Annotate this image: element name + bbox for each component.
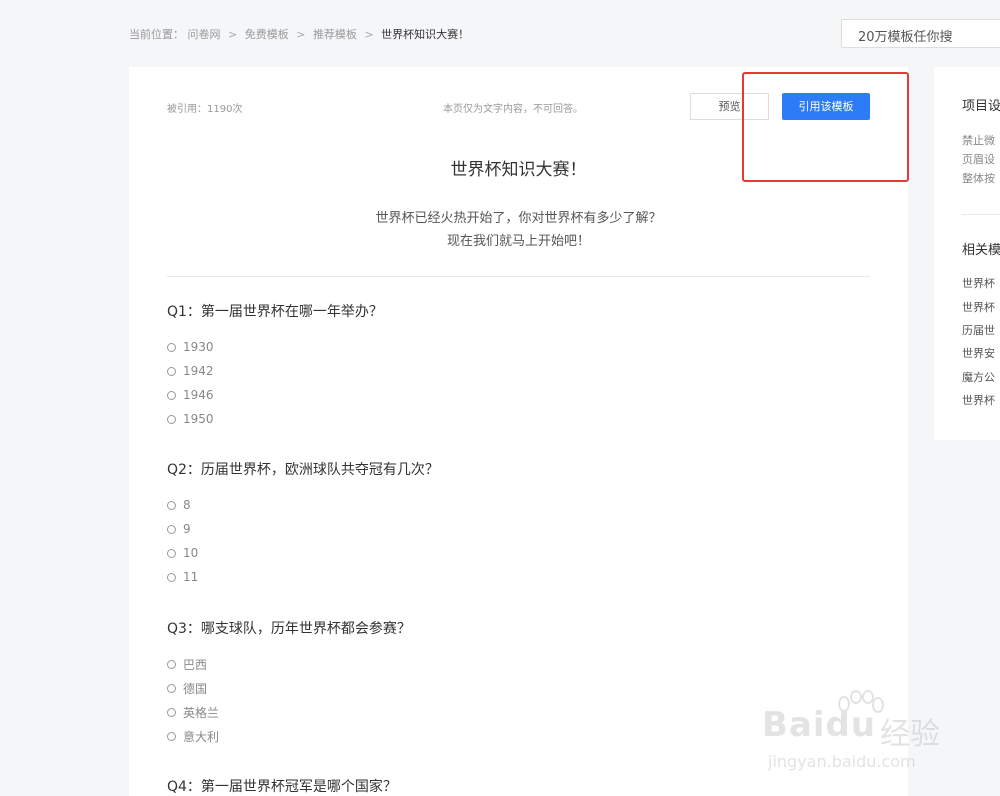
- settings-item: 禁止微: [962, 134, 995, 147]
- option-label: 10: [183, 546, 199, 560]
- related-template-link[interactable]: 世界杯: [962, 275, 995, 291]
- top-bar: 当前位置： 问卷网 > 免费模板 > 推荐模板 > 世界杯知识大赛！ 20万模板…: [0, 0, 1000, 66]
- option-label: 巴西: [183, 657, 208, 672]
- survey-description-line: 现在我们就马上开始吧！: [446, 234, 590, 249]
- breadcrumb-link-free-templates[interactable]: 免费模板: [245, 28, 289, 41]
- question-title: Q4：第一届世界杯冠军是哪个国家？: [167, 779, 397, 795]
- template-search-input[interactable]: 20万模板任你搜: [841, 19, 1000, 48]
- radio-circle-icon[interactable]: [167, 524, 176, 534]
- radio-circle-icon[interactable]: [167, 414, 176, 424]
- radio-circle-icon[interactable]: [167, 707, 176, 717]
- divider: [167, 276, 870, 277]
- related-template-link[interactable]: 世界安: [962, 345, 995, 361]
- watermark-title: 经验: [880, 717, 940, 752]
- option-label: 意大利: [183, 729, 220, 744]
- option-label: 9: [183, 522, 191, 536]
- option-label: 1930: [183, 340, 214, 354]
- radio-circle-icon[interactable]: [167, 390, 176, 400]
- cite-count: 被引用：1190次: [167, 104, 243, 115]
- question-q4: Q4：第一届世界杯冠军是哪个国家？: [167, 776, 397, 796]
- related-template-link[interactable]: 魔方公: [962, 369, 995, 385]
- related-template-link[interactable]: 历届世: [962, 322, 995, 338]
- question-title: Q2：历届世界杯，欧洲球队共夺冠有几次？: [167, 462, 439, 478]
- option-label: 英格兰: [183, 705, 220, 720]
- survey-description: 世界杯已经火热开始了，你对世界杯有多少了解？ 现在我们就马上开始吧！: [129, 207, 908, 253]
- sidebar-divider: [962, 214, 1000, 215]
- settings-item: 页眉设: [962, 153, 995, 166]
- option-label: 11: [183, 570, 199, 584]
- related-template-link[interactable]: 世界杯: [962, 299, 995, 315]
- radio-option[interactable]: 11: [167, 565, 439, 589]
- radio-option[interactable]: 9: [167, 517, 439, 541]
- related-templates-heading: 相关模: [962, 243, 1000, 258]
- radio-circle-icon[interactable]: [167, 342, 176, 352]
- radio-option[interactable]: 德国: [167, 676, 411, 700]
- radio-option[interactable]: 巴西: [167, 652, 411, 676]
- breadcrumb-link-home[interactable]: 问卷网: [188, 28, 221, 41]
- settings-heading: 项目设: [962, 99, 1000, 114]
- question-q1: Q1：第一届世界杯在哪一年举办？ 1930 1942 1946 1950: [167, 301, 383, 431]
- watermark-url: jingyan.baidu.com: [768, 752, 916, 771]
- radio-circle-icon[interactable]: [167, 366, 176, 376]
- baidu-jingyan-watermark: Baidu 经验 jingyan.baidu.com: [762, 690, 962, 780]
- right-sidebar: 项目设 禁止微 页眉设 整体按 相关模 世界杯 世界杯 历届世 世界安 魔方公 …: [934, 67, 1000, 440]
- option-label: 1942: [183, 364, 214, 378]
- radio-circle-icon[interactable]: [167, 683, 176, 693]
- radio-option[interactable]: 10: [167, 541, 439, 565]
- breadcrumb-link-recommended[interactable]: 推荐模板: [313, 28, 357, 41]
- question-title: Q1：第一届世界杯在哪一年举办？: [167, 304, 383, 320]
- radio-option[interactable]: 1946: [167, 383, 383, 407]
- annotation-highlight-box: [742, 72, 909, 182]
- breadcrumb-separator: >: [296, 28, 306, 41]
- related-template-link[interactable]: 世界杯: [962, 392, 995, 408]
- option-label: 8: [183, 498, 191, 512]
- breadcrumb-separator: >: [364, 28, 374, 41]
- option-label: 1950: [183, 412, 214, 426]
- breadcrumb: 当前位置： 问卷网 > 免费模板 > 推荐模板 > 世界杯知识大赛！: [129, 26, 469, 42]
- breadcrumb-separator: >: [228, 28, 238, 41]
- radio-circle-icon[interactable]: [167, 659, 176, 669]
- radio-circle-icon[interactable]: [167, 500, 176, 510]
- survey-description-line: 世界杯已经火热开始了，你对世界杯有多少了解？: [375, 211, 662, 226]
- question-q2: Q2：历届世界杯，欧洲球队共夺冠有几次？ 8 9 10 11: [167, 459, 439, 589]
- question-q3: Q3：哪支球队，历年世界杯都会参赛？ 巴西 德国 英格兰 意大利: [167, 618, 411, 748]
- radio-option[interactable]: 英格兰: [167, 700, 411, 724]
- radio-option[interactable]: 意大利: [167, 724, 411, 748]
- breadcrumb-prefix: 当前位置：: [129, 28, 184, 41]
- radio-option[interactable]: 1942: [167, 359, 383, 383]
- radio-option[interactable]: 1930: [167, 335, 383, 359]
- radio-circle-icon[interactable]: [167, 731, 176, 741]
- radio-option[interactable]: 8: [167, 493, 439, 517]
- radio-circle-icon[interactable]: [167, 548, 176, 558]
- question-title: Q3：哪支球队，历年世界杯都会参赛？: [167, 621, 411, 637]
- watermark-brand: Baidu: [762, 705, 877, 745]
- breadcrumb-current: 世界杯知识大赛！: [381, 28, 470, 41]
- option-label: 德国: [183, 681, 208, 696]
- settings-item: 整体按: [962, 172, 995, 185]
- radio-option[interactable]: 1950: [167, 407, 383, 431]
- radio-circle-icon[interactable]: [167, 572, 176, 582]
- readonly-note: 本页仅为文字内容，不可回答。: [443, 104, 583, 115]
- option-label: 1946: [183, 388, 214, 402]
